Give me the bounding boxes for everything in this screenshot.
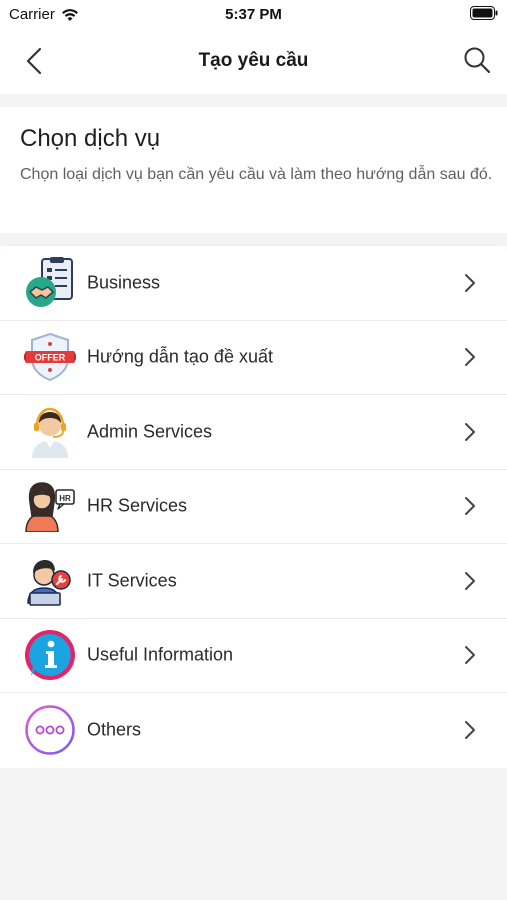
it-technician-icon bbox=[27, 559, 71, 606]
service-item-admin-services[interactable]: Admin Services bbox=[0, 395, 507, 470]
service-label: IT Services bbox=[87, 570, 177, 591]
battery-icon bbox=[470, 6, 498, 24]
status-time: 5:37 PM bbox=[225, 6, 282, 23]
service-label: Business bbox=[87, 272, 161, 293]
service-label: Hướng dẫn tạo đề xuất bbox=[87, 346, 273, 367]
offer-badge-icon: OFFER bbox=[24, 333, 76, 382]
service-label: Useful Information bbox=[87, 644, 234, 665]
service-item-proposal-guide[interactable]: OFFER Hướng dẫn tạo đề xuất bbox=[0, 320, 507, 395]
search-button[interactable] bbox=[461, 44, 493, 76]
more-dots-icon bbox=[25, 705, 75, 755]
service-item-useful-information[interactable]: Useful Information bbox=[0, 618, 507, 693]
svg-text:HR: HR bbox=[59, 494, 71, 503]
svg-text:OFFER: OFFER bbox=[35, 353, 66, 363]
section-title: Chọn dịch vụ bbox=[20, 125, 161, 152]
search-icon bbox=[464, 47, 491, 74]
chevron-right-icon bbox=[465, 571, 475, 590]
chevron-right-icon bbox=[465, 273, 475, 292]
service-list: Business OFFER Hướng dẫn tạo đề xuất Adm… bbox=[0, 246, 507, 768]
service-item-it-services[interactable]: IT Services bbox=[0, 544, 507, 619]
headset-agent-icon bbox=[32, 407, 68, 458]
chevron-right-icon bbox=[465, 646, 475, 665]
info-icon bbox=[25, 630, 75, 681]
service-item-others[interactable]: Others bbox=[0, 693, 507, 768]
business-handshake-icon bbox=[26, 256, 73, 307]
chevron-right-icon bbox=[465, 497, 475, 516]
page-title: Tạo yêu cầu bbox=[198, 50, 309, 71]
hr-person-icon: HR bbox=[25, 482, 75, 533]
service-label: Others bbox=[87, 719, 142, 740]
nav-bar: Tạo yêu cầu bbox=[0, 30, 507, 94]
service-label: HR Services bbox=[87, 495, 188, 516]
chevron-right-icon bbox=[465, 422, 475, 441]
chevron-right-icon bbox=[465, 721, 475, 740]
status-bar: Carrier 5:37 PM bbox=[0, 0, 507, 30]
service-item-hr-services[interactable]: HR HR Services bbox=[0, 469, 507, 544]
service-label: Admin Services bbox=[87, 421, 213, 442]
section-description: Chọn loại dịch vụ bạn cần yêu cầu và làm… bbox=[20, 166, 493, 183]
service-item-business[interactable]: Business bbox=[0, 246, 507, 321]
intro-section: Chọn dịch vụ Chọn loại dịch vụ bạn cần y… bbox=[0, 107, 507, 233]
chevron-right-icon bbox=[465, 348, 475, 367]
